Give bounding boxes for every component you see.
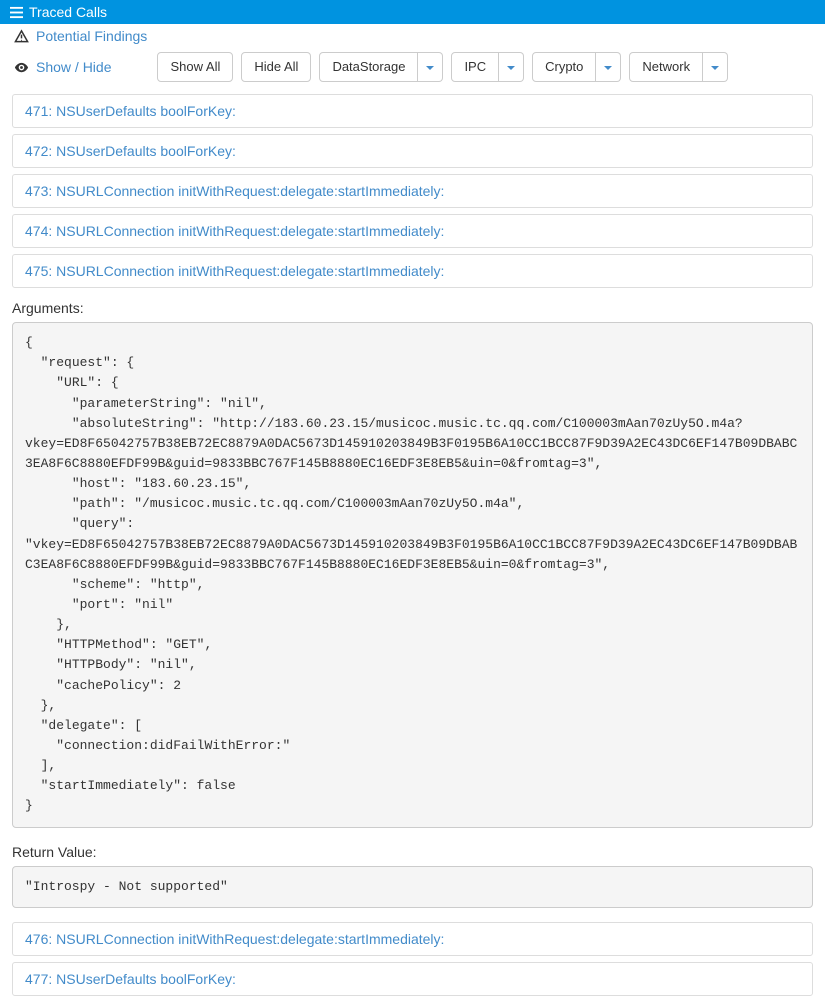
network-button[interactable]: Network (629, 52, 703, 82)
datastorage-group: DataStorage (319, 52, 443, 82)
crypto-group: Crypto (532, 52, 621, 82)
network-dropdown-toggle[interactable] (703, 52, 728, 82)
caret-down-icon (426, 66, 434, 70)
potential-findings-link[interactable]: Potential Findings (36, 28, 147, 44)
return-block: "Introspy - Not supported" (12, 866, 813, 908)
warning-icon (14, 29, 28, 43)
arguments-block: { "request": { "URL": { "parameterString… (12, 322, 813, 827)
call-item: 471: NSUserDefaults boolForKey: (12, 94, 813, 128)
list-icon (10, 6, 23, 19)
caret-down-icon (604, 66, 612, 70)
arguments-label: Arguments: (12, 294, 813, 322)
return-label: Return Value: (12, 838, 813, 866)
showhide-row: Show / Hide Show All Hide All DataStorag… (0, 48, 825, 86)
call-link[interactable]: 472: NSUserDefaults boolForKey: (25, 143, 236, 159)
call-link[interactable]: 476: NSURLConnection initWithRequest:del… (25, 931, 444, 947)
hide-all-button[interactable]: Hide All (241, 52, 311, 82)
datastorage-button[interactable]: DataStorage (319, 52, 418, 82)
show-all-button[interactable]: Show All (157, 52, 233, 82)
call-item-expanded: 475: NSURLConnection initWithRequest:del… (12, 254, 813, 288)
ipc-group: IPC (451, 52, 524, 82)
call-item: 477: NSUserDefaults boolForKey: (12, 962, 813, 996)
datastorage-dropdown-toggle[interactable] (418, 52, 443, 82)
call-item: 476: NSURLConnection initWithRequest:del… (12, 922, 813, 956)
ipc-dropdown-toggle[interactable] (499, 52, 524, 82)
panel-header: Traced Calls (0, 0, 825, 24)
crypto-dropdown-toggle[interactable] (596, 52, 621, 82)
call-link[interactable]: 475: NSURLConnection initWithRequest:del… (25, 263, 444, 279)
eye-icon (14, 60, 28, 74)
caret-down-icon (507, 66, 515, 70)
call-list: 471: NSUserDefaults boolForKey: 472: NSU… (12, 94, 813, 996)
call-item: 474: NSURLConnection initWithRequest:del… (12, 214, 813, 248)
caret-down-icon (711, 66, 719, 70)
ipc-button[interactable]: IPC (451, 52, 499, 82)
crypto-button[interactable]: Crypto (532, 52, 596, 82)
show-hide-link[interactable]: Show / Hide (36, 59, 111, 75)
call-link[interactable]: 474: NSURLConnection initWithRequest:del… (25, 223, 444, 239)
call-link[interactable]: 473: NSURLConnection initWithRequest:del… (25, 183, 444, 199)
call-link[interactable]: 477: NSUserDefaults boolForKey: (25, 971, 236, 987)
call-details: Arguments: { "request": { "URL": { "para… (12, 294, 813, 908)
panel-title: Traced Calls (29, 4, 107, 20)
call-item: 472: NSUserDefaults boolForKey: (12, 134, 813, 168)
findings-row: Potential Findings (0, 24, 825, 48)
filter-toolbar: Show All Hide All DataStorage IPC Crypto… (157, 52, 728, 82)
call-item: 473: NSURLConnection initWithRequest:del… (12, 174, 813, 208)
call-link[interactable]: 471: NSUserDefaults boolForKey: (25, 103, 236, 119)
network-group: Network (629, 52, 728, 82)
